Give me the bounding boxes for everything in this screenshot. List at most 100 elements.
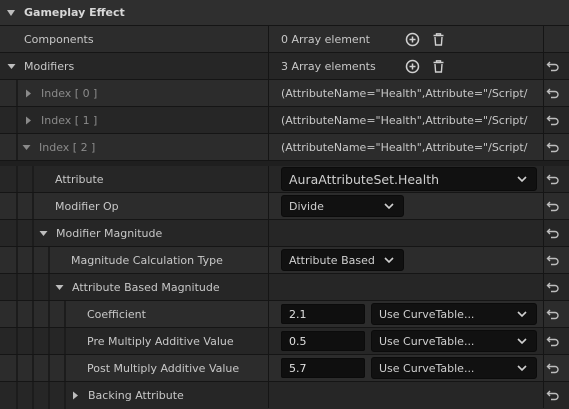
expanded-triangle-icon[interactable] [39, 229, 48, 238]
reset-arrow-icon[interactable] [546, 113, 560, 127]
modifier-magnitude-row: Modifier Magnitude [0, 220, 569, 247]
modifier-element-row: Index [ 0 ] (AttributeName="Health",Attr… [0, 80, 569, 107]
index-label-wrap[interactable]: Index [ 1 ] [24, 107, 97, 133]
column-divider [543, 166, 544, 192]
collapsed-triangle-icon[interactable] [71, 391, 80, 400]
calc-type-dropdown[interactable]: Attribute Based [281, 249, 404, 271]
reset-arrow-icon[interactable] [546, 280, 560, 294]
indent-guide [48, 247, 50, 273]
index-value[interactable]: (AttributeName="Health",Attribute="/Scri… [281, 80, 527, 106]
pre-multiply-input[interactable]: 0.5 [281, 331, 365, 351]
column-divider [543, 107, 544, 133]
attr-based-row: Attribute Based Magnitude [0, 274, 569, 301]
section-header-gameplay-effect[interactable]: Gameplay Effect [0, 0, 569, 26]
post-multiply-curve-dropdown[interactable]: Use CurveTable... [371, 357, 537, 379]
index-label-wrap[interactable]: Index [ 0 ] [24, 80, 97, 106]
chevron-down-icon [517, 338, 527, 345]
components-row: Components 0 Array element [0, 26, 569, 53]
attribute-value: AuraAttributeSet.Health [289, 171, 440, 187]
indent-guide [32, 328, 34, 354]
collapsed-triangle-icon[interactable] [24, 116, 33, 125]
trash-icon[interactable] [431, 59, 446, 74]
indent-guide [16, 220, 18, 246]
reset-arrow-icon[interactable] [546, 388, 560, 402]
index-label: Index [ 2 ] [39, 140, 96, 154]
modifier-op-value: Divide [289, 199, 324, 213]
coefficient-curve-dropdown[interactable]: Use CurveTable... [371, 303, 537, 325]
add-element-icon[interactable] [405, 32, 420, 47]
expanded-triangle-icon[interactable] [55, 283, 64, 292]
reset-arrow-icon[interactable] [546, 307, 560, 321]
column-divider [268, 53, 269, 79]
reset-arrow-icon[interactable] [546, 140, 560, 154]
index-label-wrap[interactable]: Index [ 2 ] [22, 134, 95, 160]
modifier-magnitude-label-wrap[interactable]: Modifier Magnitude [39, 220, 162, 246]
indent-guide [16, 274, 18, 300]
attr-based-label-wrap[interactable]: Attribute Based Magnitude [55, 274, 220, 300]
indent-guide [48, 328, 50, 354]
reset-arrow-icon[interactable] [546, 59, 560, 73]
modifier-element-row: Index [ 1 ] (AttributeName="Health",Attr… [0, 107, 569, 134]
components-value: 0 Array element [281, 32, 370, 46]
reset-arrow-icon[interactable] [546, 334, 560, 348]
reset-arrow-icon[interactable] [546, 86, 560, 100]
pre-multiply-label: Pre Multiply Additive Value [87, 334, 234, 348]
add-element-icon[interactable] [405, 59, 420, 74]
reset-arrow-icon[interactable] [546, 226, 560, 240]
column-divider [543, 247, 544, 273]
collapse-triangle-icon[interactable] [6, 8, 16, 18]
column-divider [268, 355, 269, 381]
modifiers-label-wrap[interactable]: Modifiers [7, 53, 74, 79]
column-divider [268, 301, 269, 327]
indent-guide [64, 382, 66, 409]
column-divider [268, 382, 269, 408]
column-divider [268, 328, 269, 354]
reset-arrow-icon[interactable] [546, 361, 560, 375]
column-divider [543, 355, 544, 381]
indent-guide [16, 355, 18, 381]
curve-label: Use CurveTable... [379, 307, 475, 321]
pre-multiply-row: Pre Multiply Additive Value 0.5 Use Curv… [0, 328, 569, 355]
indent-guide [32, 220, 34, 246]
indent-guide [48, 382, 50, 409]
column-divider [268, 26, 269, 52]
column-divider [543, 220, 544, 246]
backing-attribute-row: Backing Attribute [0, 382, 569, 409]
indent-guide [32, 193, 34, 219]
expand-triangle-icon[interactable] [7, 62, 16, 71]
indent-guide [16, 301, 18, 327]
indent-guide [64, 355, 66, 381]
chevron-down-icon [517, 311, 527, 318]
coefficient-input[interactable]: 2.1 [281, 304, 365, 324]
trash-icon[interactable] [431, 32, 446, 47]
expanded-triangle-icon[interactable] [22, 143, 31, 152]
reset-arrow-icon[interactable] [546, 172, 560, 186]
attr-based-label: Attribute Based Magnitude [72, 280, 220, 294]
indent-guide [16, 193, 18, 219]
modifier-element-row: Index [ 2 ] (AttributeName="Health",Attr… [0, 134, 569, 161]
modifier-op-label: Modifier Op [55, 199, 119, 213]
attribute-dropdown[interactable]: AuraAttributeSet.Health [281, 167, 537, 191]
index-label: Index [ 0 ] [41, 86, 98, 100]
section-title: Gameplay Effect [24, 6, 125, 19]
column-divider [543, 53, 544, 79]
post-multiply-input[interactable]: 5.7 [281, 358, 365, 378]
details-panel: Gameplay Effect Components 0 Array eleme… [0, 0, 569, 409]
reset-arrow-icon[interactable] [546, 199, 560, 213]
calc-type-value: Attribute Based [289, 253, 375, 267]
backing-attribute-label: Backing Attribute [88, 388, 184, 402]
chevron-down-icon [384, 203, 394, 210]
index-value[interactable]: (AttributeName="Health",Attribute="/Scri… [281, 107, 527, 133]
modifier-op-dropdown[interactable]: Divide [281, 195, 404, 217]
column-divider [268, 134, 269, 160]
pre-multiply-curve-dropdown[interactable]: Use CurveTable... [371, 330, 537, 352]
index-value[interactable]: (AttributeName="Health",Attribute="/Scri… [281, 134, 527, 160]
chevron-down-icon [384, 257, 394, 264]
chevron-down-icon [517, 365, 527, 372]
reset-arrow-icon[interactable] [546, 253, 560, 267]
backing-attribute-label-wrap[interactable]: Backing Attribute [71, 382, 184, 408]
collapsed-triangle-icon[interactable] [24, 89, 33, 98]
attribute-row: Attribute AuraAttributeSet.Health [0, 166, 569, 193]
attribute-label: Attribute [55, 172, 104, 186]
modifier-magnitude-label: Modifier Magnitude [56, 226, 163, 240]
